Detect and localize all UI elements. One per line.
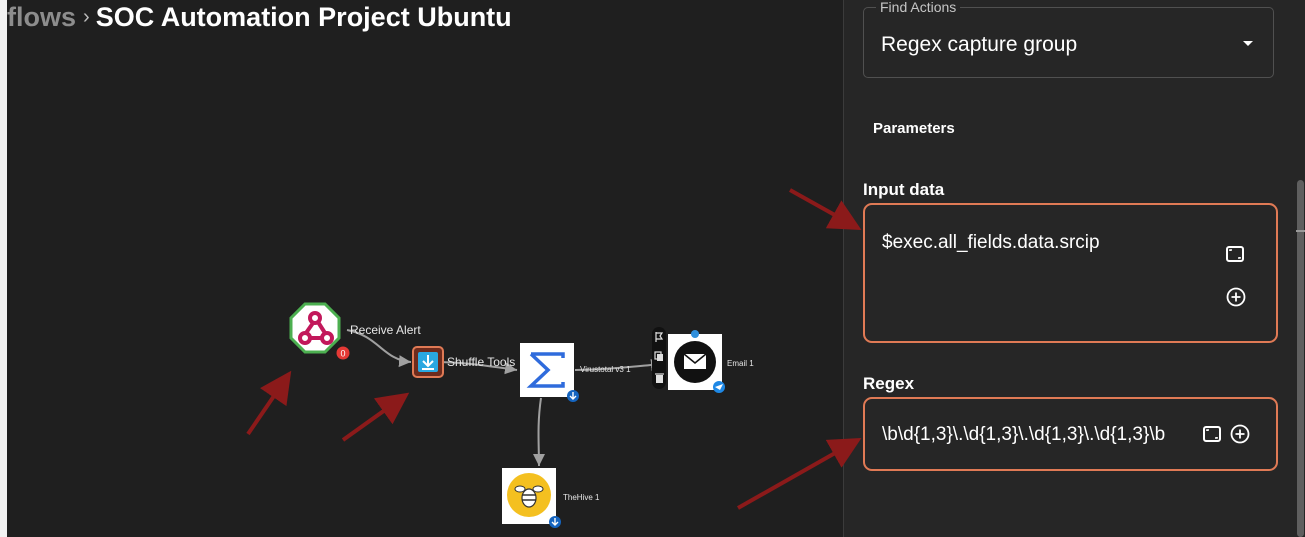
- node-shuffle-tools[interactable]: Shuffle Tools: [412, 346, 515, 378]
- email-node-handle: [691, 330, 699, 338]
- parameters-heading: Parameters: [873, 120, 955, 137]
- trash-icon[interactable]: [655, 373, 664, 383]
- panel-scrollbar-thumb[interactable]: [1297, 180, 1304, 537]
- node-email[interactable]: Email 1: [668, 330, 754, 393]
- panel-scrollbar[interactable]: [1296, 0, 1305, 537]
- thehive-label: TheHive 1: [563, 493, 600, 502]
- dropdown-caret-icon[interactable]: [1243, 41, 1253, 46]
- regex-field[interactable]: \b\d{1,3}\.\d{1,3}\.\d{1,3}\.\d{1,3}\b: [863, 397, 1278, 471]
- add-variable-icon[interactable]: [1229, 423, 1251, 445]
- add-variable-icon[interactable]: [1225, 286, 1247, 308]
- panel-scrollbar-marker: [1296, 230, 1305, 232]
- virustotal-label: Virustotal v3 1: [580, 365, 631, 374]
- node-action-toolbar[interactable]: [652, 327, 666, 389]
- left-edge-bar: [0, 0, 7, 537]
- workflow-graph: 0 Receive Alert Shuffle Tools Virustotal…: [289, 302, 754, 528]
- node-receive-alert[interactable]: 0 Receive Alert: [289, 302, 421, 360]
- action-settings-panel: Find Actions Regex capture group Paramet…: [843, 0, 1305, 537]
- expand-icon[interactable]: [1224, 243, 1246, 265]
- node-thehive[interactable]: TheHive 1: [502, 468, 600, 528]
- find-actions-legend: Find Actions: [876, 0, 961, 15]
- input-data-value[interactable]: $exec.all_fields.data.srcip: [882, 232, 1202, 254]
- find-actions-value: Regex capture group: [881, 33, 1078, 56]
- input-data-label: Input data: [863, 180, 945, 199]
- regex-value[interactable]: \b\d{1,3}\.\d{1,3}\.\d{1,3}\.\d{1,3}\b: [882, 424, 1191, 446]
- expand-icon[interactable]: [1201, 423, 1223, 445]
- receive-alert-label: Receive Alert: [350, 323, 421, 337]
- email-label: Email 1: [727, 359, 754, 368]
- edge-virustotal-to-thehive: [532, 397, 545, 467]
- node-virustotal[interactable]: Virustotal v3 1: [520, 343, 631, 402]
- input-data-field[interactable]: $exec.all_fields.data.srcip: [863, 203, 1278, 343]
- workflow-canvas[interactable]: flows › SOC Automation Project Ubuntu 0 …: [7, 0, 843, 537]
- regex-label: Regex: [863, 374, 915, 393]
- shuffle-tools-label: Shuffle Tools: [447, 355, 515, 369]
- receive-alert-badge-count: 0: [340, 349, 345, 359]
- envelope-icon: [683, 353, 707, 369]
- find-actions-select[interactable]: Find Actions Regex capture group: [863, 0, 1274, 78]
